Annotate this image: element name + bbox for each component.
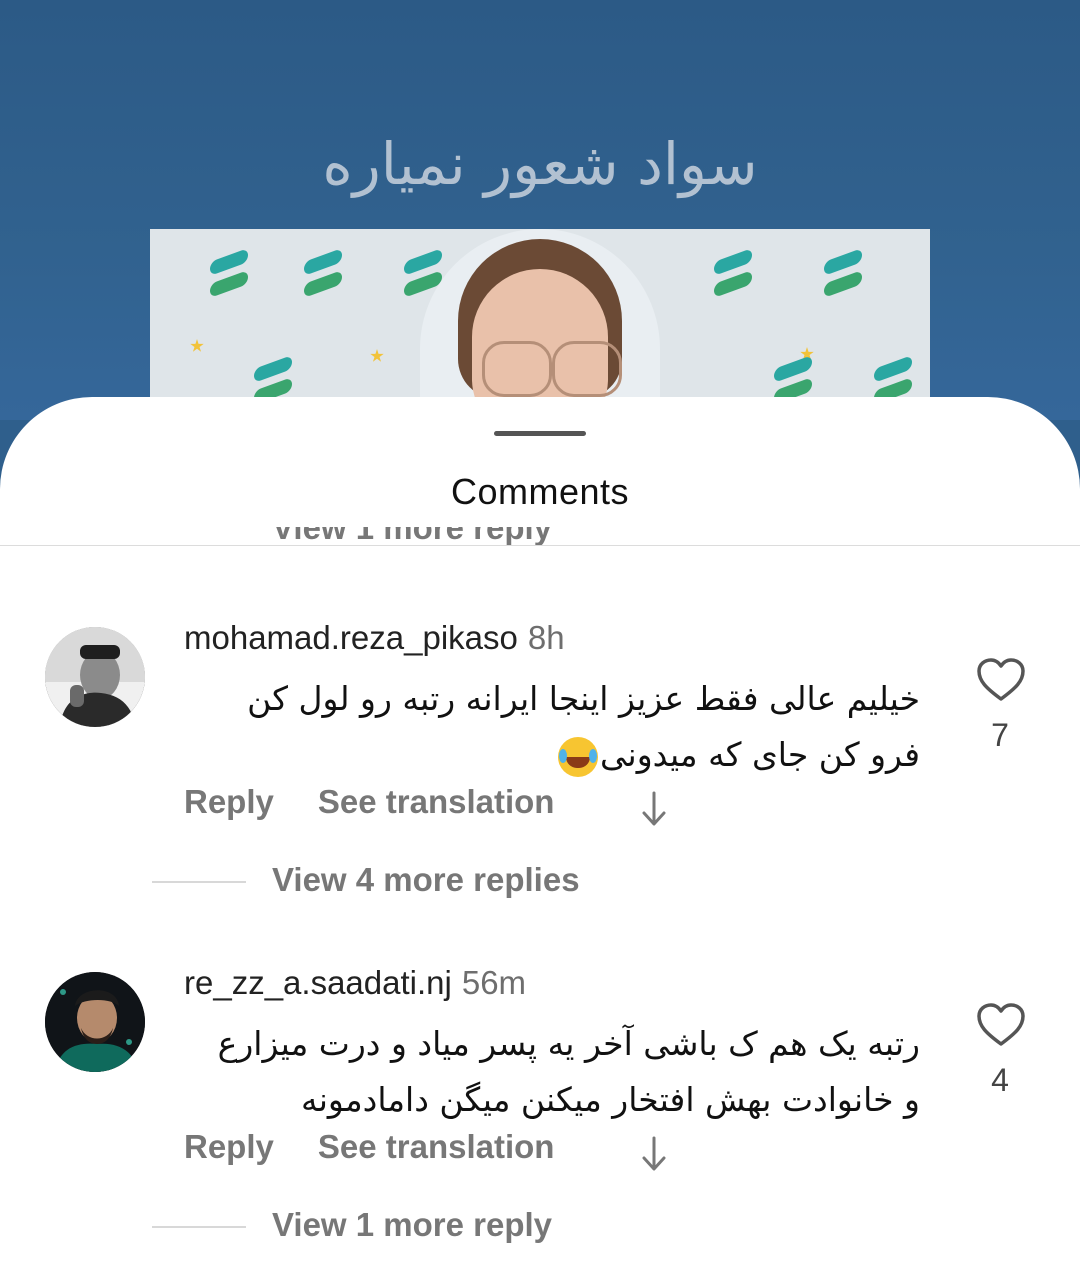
avatar[interactable] <box>45 627 145 727</box>
like-heart-icon[interactable] <box>976 657 1026 703</box>
comment-text: خیلیم عالی فقط عزیز اینجا ایرانه رتبه رو… <box>180 671 920 783</box>
video-frame <box>150 229 930 420</box>
comment-username[interactable]: mohamad.reza_pikaso 8h <box>184 619 565 657</box>
comment-text: رتبه یک هم ک باشی آخر یه پسر میاد و درت … <box>217 1024 920 1119</box>
view-more-replies-link[interactable]: View 1 more reply <box>272 527 592 555</box>
comment-actions: Reply See translation <box>184 1128 554 1166</box>
drag-handle[interactable] <box>494 431 586 436</box>
comment-timestamp: 56m <box>461 964 527 1001</box>
reply-button[interactable]: Reply <box>184 1128 274 1165</box>
view-more-replies-link[interactable]: View 4 more replies <box>272 861 580 899</box>
comment-username[interactable]: re_zz_a.saadati.nj 56m <box>184 964 526 1002</box>
logo-mark-icon <box>820 247 866 301</box>
view-replies-row: View 4 more replies <box>0 859 1080 899</box>
logo-mark-icon <box>710 247 756 301</box>
view-more-replies-link[interactable]: View 1 more reply <box>272 1206 552 1244</box>
star-icon <box>370 349 384 362</box>
person-in-video <box>420 229 660 420</box>
reply-thread-line <box>152 1226 246 1228</box>
face-with-tears-of-joy-icon <box>558 736 599 777</box>
like-heart-icon[interactable] <box>976 1002 1026 1048</box>
comment-item: re_zz_a.saadati.nj 56m رتبه یک هم ک باشی … <box>0 942 1080 1252</box>
comment-item: mohamad.reza_pikaso 8h خیلیم عالی فقط عزی… <box>0 597 1080 907</box>
comments-sheet: Comments View 1 more reply mohamad.reza_… <box>0 397 1080 1279</box>
like-count: 4 <box>991 1062 1009 1098</box>
see-translation-button[interactable]: See translation <box>318 783 555 820</box>
reply-button[interactable]: Reply <box>184 783 274 820</box>
logo-mark-icon <box>206 247 252 301</box>
star-icon <box>190 339 204 352</box>
video-background[interactable]: سواد شعور نمیاره <box>0 0 1080 420</box>
comment-actions: Reply See translation <box>184 783 554 821</box>
divider <box>0 545 1080 546</box>
sheet-title: Comments <box>450 471 630 512</box>
see-translation-button[interactable]: See translation <box>318 1128 555 1165</box>
view-replies-row: View 1 more reply <box>0 1204 1080 1244</box>
logo-mark-icon <box>300 247 346 301</box>
reply-thread-line <box>152 881 246 883</box>
arrow-down-icon[interactable] <box>640 789 668 829</box>
avatar[interactable] <box>45 972 145 1072</box>
arrow-down-icon[interactable] <box>640 1134 668 1174</box>
like-count: 7 <box>991 717 1009 753</box>
comment-timestamp: 8h <box>527 619 565 656</box>
video-caption: سواد شعور نمیاره <box>322 130 758 198</box>
